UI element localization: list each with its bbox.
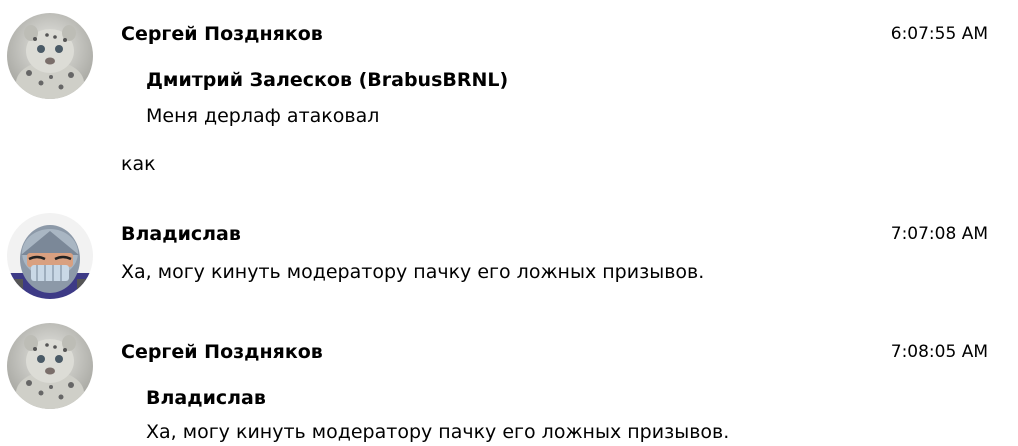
chat-message: Сергей Поздняков 7:08:05 AM Владислав Ха…	[0, 310, 1018, 446]
masked-character-icon	[7, 213, 93, 299]
message-text: как	[121, 153, 156, 175]
snow-leopard-icon	[7, 13, 93, 99]
quoted-text: Меня дерлаф атаковал	[146, 105, 380, 127]
quoted-author: Владислав	[146, 387, 266, 409]
masked-character-avatar-icon[interactable]	[7, 213, 93, 299]
chat-message: Сергей Поздняков 6:07:55 AM Дмитрий Зале…	[0, 0, 1018, 200]
quoted-message[interactable]: Владислав Ха, могу кинуть модератору пач…	[146, 386, 729, 444]
quoted-message[interactable]: Дмитрий Залесков (BrabusBRNL) Меня дерла…	[146, 68, 508, 128]
snow-leopard-avatar-icon[interactable]	[7, 13, 93, 99]
chat-message: Владислав 7:07:08 AM Ха, могу кинуть мод…	[0, 200, 1018, 310]
snow-leopard-icon	[7, 323, 93, 409]
message-author[interactable]: Владислав	[121, 222, 241, 246]
message-timestamp: 7:07:08 AM	[890, 224, 988, 244]
chat-message-list: Сергей Поздняков 6:07:55 AM Дмитрий Зале…	[0, 0, 1018, 446]
message-author[interactable]: Сергей Поздняков	[121, 340, 323, 364]
message-timestamp: 7:08:05 AM	[890, 342, 988, 362]
message-author[interactable]: Сергей Поздняков	[121, 22, 323, 46]
quoted-author: Дмитрий Залесков (BrabusBRNL)	[146, 69, 509, 91]
message-text: Ха, могу кинуть модератору пачку его лож…	[121, 261, 705, 283]
quoted-text: Ха, могу кинуть модератору пачку его лож…	[146, 421, 730, 443]
snow-leopard-avatar-icon[interactable]	[7, 323, 93, 409]
message-timestamp: 6:07:55 AM	[890, 24, 988, 44]
